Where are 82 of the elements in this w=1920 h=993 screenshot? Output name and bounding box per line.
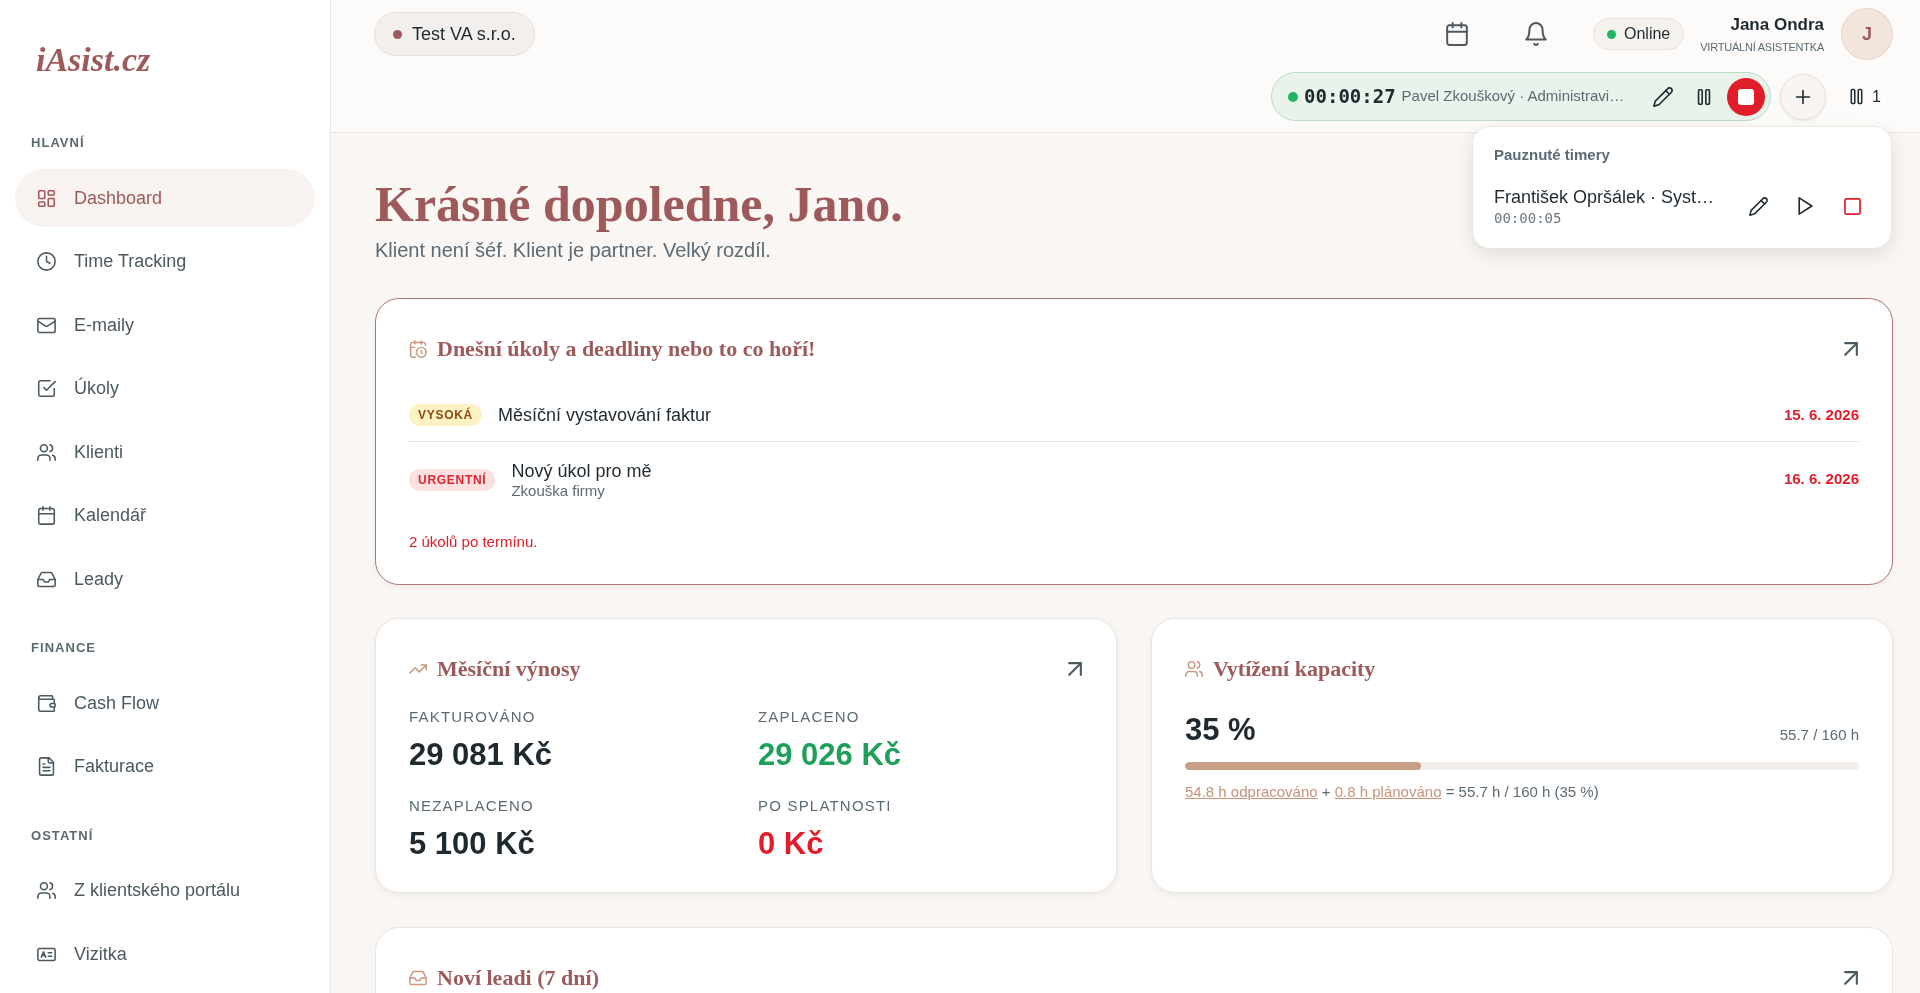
- stat-value: 5 100 Kč: [409, 825, 535, 862]
- stat-label: NEZAPLACENO: [409, 795, 534, 816]
- stop-icon: [1843, 197, 1861, 215]
- open-link[interactable]: [1843, 341, 1859, 357]
- clock-icon: [37, 252, 56, 271]
- section-heading: FINANCE: [31, 640, 97, 656]
- paused-timers-button[interactable]: 1: [1835, 76, 1893, 117]
- users-icon: [37, 881, 56, 900]
- status-label: Online: [1624, 24, 1671, 44]
- capacity-percent: 35 %: [1185, 711, 1256, 748]
- checkbox-icon: [37, 379, 56, 398]
- timer-description: Pavel Zkouškový · Administravi…: [1401, 86, 1625, 107]
- stat-label: FAKTUROVÁNO: [409, 706, 536, 727]
- nav-item[interactable]: Vizitka: [15, 925, 315, 983]
- workspace-selector[interactable]: Test VA s.r.o.: [374, 12, 535, 56]
- capacity-breakdown: 54.8 h odpracováno + 0.8 h plánováno = 55.7 h / 160 h (35 %): [1185, 781, 1600, 802]
- nav-item[interactable]: Z klientského portálu: [15, 861, 315, 920]
- calendar-icon: [1445, 22, 1469, 46]
- nav-item[interactable]: Fakturace: [15, 737, 315, 796]
- inbox-icon: [37, 569, 56, 589]
- status-dot-icon: [1607, 29, 1616, 39]
- stat-label: ZAPLACENO: [758, 706, 860, 727]
- task-title[interactable]: Nový úkol pro mě: [511, 459, 652, 482]
- nav-item[interactable]: Úkoly: [15, 359, 315, 418]
- nav-item[interactable]: Cash Flow: [15, 674, 315, 732]
- calendar-clock-icon: [409, 340, 427, 358]
- greeting-subtitle: Klient není šéf. Klient je partner. Velký rozdíl.: [375, 238, 771, 263]
- task-date: 15. 6. 2026: [1783, 405, 1859, 425]
- task-client: Zkouška firmy: [511, 481, 606, 500]
- timer-time: 00:00:27: [1304, 84, 1396, 110]
- nav-item[interactable]: Leady: [15, 550, 315, 608]
- user-name: Jana Ondra: [1730, 14, 1824, 35]
- card-title: Vytížení kapacity: [1213, 654, 1376, 683]
- overdue-note: 2 úkolů po termínu.: [409, 532, 539, 551]
- popup-title: Pauznuté timery: [1494, 145, 1611, 165]
- stat-value: 29 081 Kč: [409, 736, 553, 773]
- arrow-up-right-icon: [1068, 661, 1082, 676]
- priority-badge: VYSOKÁ: [409, 404, 482, 427]
- capacity-hours: 55.7 / 160 h: [1779, 724, 1859, 745]
- arrow-up-right-icon: [1844, 970, 1858, 985]
- section-heading: OSTATNÍ: [31, 827, 94, 844]
- grid-icon: [37, 188, 56, 208]
- arrow-up-right-icon: [1844, 342, 1858, 356]
- logo[interactable]: iAsist.cz: [36, 40, 151, 80]
- task-date: 16. 6. 2026: [1783, 469, 1859, 490]
- play-icon: [1796, 197, 1814, 215]
- card-title: Noví leadi (7 dní): [437, 963, 599, 992]
- envelope-icon: [37, 315, 56, 335]
- pencil-icon: [1653, 86, 1674, 107]
- pencil-icon: [1748, 196, 1768, 216]
- user-avatar[interactable]: J: [1841, 8, 1893, 60]
- inbox-icon: [409, 968, 427, 987]
- add-timer-button[interactable]: [1780, 73, 1827, 120]
- section-heading: HLAVNÍ: [31, 135, 85, 151]
- open-link[interactable]: [1067, 660, 1083, 677]
- paused-timer-name: František Opršálek · Syst…: [1494, 186, 1715, 209]
- stat-label: PO SPLATNOSTI: [758, 795, 892, 816]
- greeting-title: Krásné dopoledne, Jano.: [375, 176, 903, 233]
- status-dot-icon: [1288, 91, 1299, 102]
- nav-item[interactable]: Dashboard: [15, 169, 315, 227]
- document-icon: [37, 757, 56, 776]
- nav-item[interactable]: Kalendář: [15, 486, 315, 545]
- stop-icon: [1738, 88, 1755, 105]
- status-dot-icon: [393, 29, 402, 39]
- calendar-icon: [37, 506, 56, 525]
- open-link[interactable]: [1843, 969, 1859, 986]
- wallet-icon: [37, 693, 56, 713]
- paused-timer-time: 00:00:05: [1494, 209, 1562, 227]
- stop-button[interactable]: [1727, 77, 1766, 116]
- stat-value: 29 026 Kč: [758, 736, 902, 773]
- priority-badge: URGENTNÍ: [409, 468, 496, 491]
- stat-value: 0 Kč: [758, 825, 824, 862]
- users-icon: [1185, 659, 1203, 678]
- task-title[interactable]: Měsíční vystavování faktur: [498, 404, 712, 427]
- users-icon: [37, 442, 56, 462]
- user-role: VIRTUÁLNÍ ASISTENTKA: [1700, 39, 1824, 54]
- card-title: Dnešní úkoly a deadliny nebo to co hoří!: [437, 335, 816, 363]
- bell-icon: [1524, 22, 1548, 46]
- nav-item[interactable]: Klienti: [15, 423, 315, 481]
- card-title: Měsíční výnosy: [437, 654, 581, 683]
- nav-item[interactable]: Time Tracking: [15, 232, 315, 291]
- nav-item[interactable]: E-maily: [15, 296, 315, 354]
